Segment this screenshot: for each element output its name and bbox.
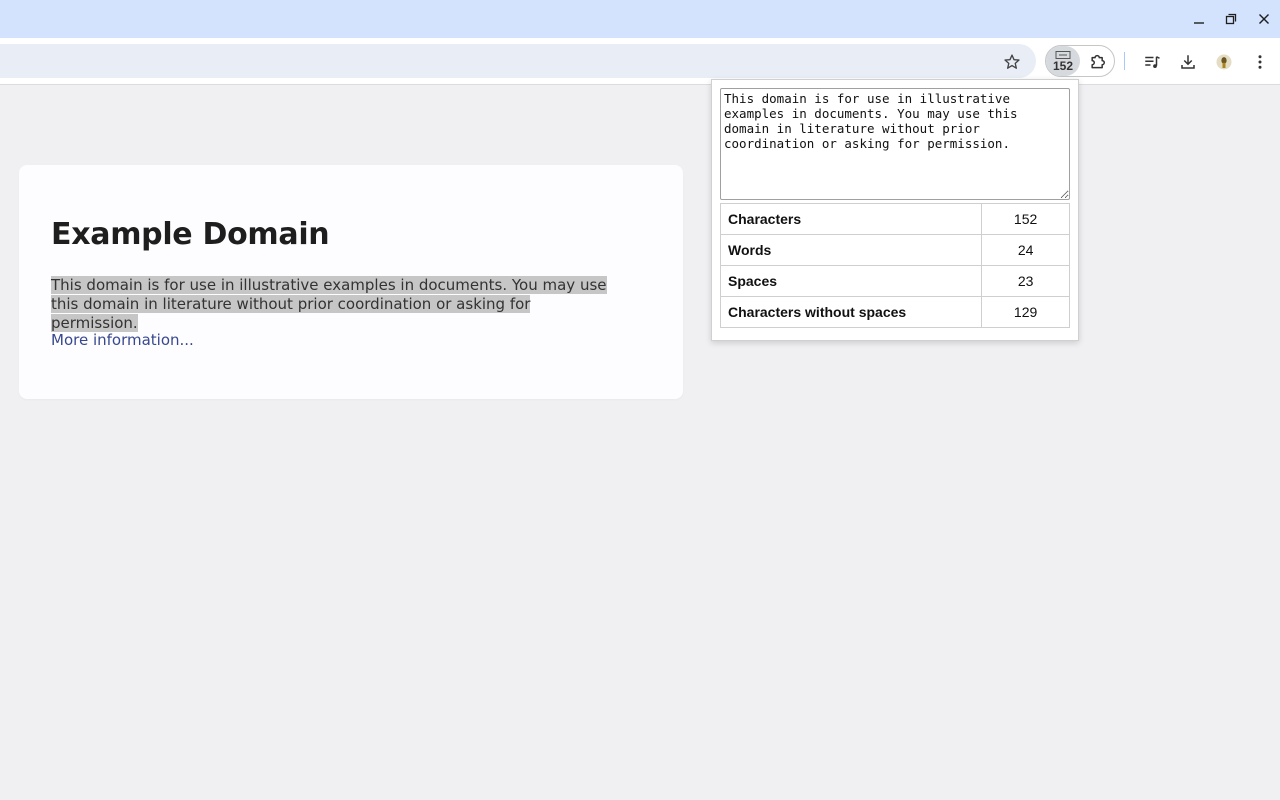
stat-value: 152 [981, 203, 1070, 235]
content-card: Example Domain This domain is for use in… [19, 165, 683, 399]
toolbar-divider [1124, 52, 1125, 70]
more-information-link[interactable]: More information... [51, 331, 194, 349]
close-icon [1259, 14, 1269, 24]
close-button[interactable] [1254, 9, 1274, 29]
download-icon [1181, 55, 1195, 69]
table-row: Characters 152 [719, 203, 1070, 235]
media-playlist-icon [1145, 56, 1160, 68]
stat-label: Words [719, 234, 983, 266]
extension-badge: 152 [1052, 58, 1074, 73]
stat-value: 24 [981, 234, 1070, 266]
page-description: This domain is for use in illustrative e… [51, 276, 611, 333]
star-icon [1004, 54, 1020, 69]
stat-label: Spaces [719, 265, 983, 297]
table-row: Characters without spaces 129 [719, 296, 1070, 328]
stat-value: 23 [981, 265, 1070, 297]
table-row: Spaces 23 [719, 265, 1070, 297]
browser-menu-button[interactable] [1248, 50, 1272, 74]
browser-toolbar: 152 [0, 38, 1280, 85]
address-bar[interactable] [0, 44, 1036, 78]
bookmark-button[interactable] [1000, 50, 1024, 74]
minimize-button[interactable] [1189, 9, 1209, 29]
stats-table: Characters 152 Words 24 Spaces 23 Charac… [719, 203, 1070, 328]
puzzle-icon [1091, 54, 1105, 69]
counter-icon [1055, 50, 1071, 59]
selected-text[interactable]: This domain is for use in illustrative e… [51, 276, 607, 332]
downloads-button[interactable] [1176, 50, 1200, 74]
character-count-extension-button[interactable]: 152 [1046, 46, 1080, 76]
more-vertical-icon [1258, 55, 1262, 69]
extensions-button[interactable] [1086, 49, 1110, 73]
restore-icon [1225, 13, 1237, 25]
text-input[interactable]: This domain is for use in illustrative e… [720, 88, 1070, 200]
extension-pill: 152 [1045, 45, 1115, 77]
avatar-icon [1216, 54, 1232, 70]
restore-button[interactable] [1221, 9, 1241, 29]
stat-label: Characters [719, 203, 983, 235]
profile-button[interactable] [1212, 50, 1236, 74]
stat-value: 129 [981, 296, 1070, 328]
minimize-icon [1194, 22, 1204, 24]
page-title: Example Domain [51, 217, 330, 252]
table-row: Words 24 [719, 234, 1070, 266]
title-bar [0, 0, 1280, 38]
stat-label: Characters without spaces [719, 296, 983, 328]
media-control-button[interactable] [1140, 50, 1164, 74]
character-count-popup: This domain is for use in illustrative e… [711, 79, 1079, 341]
